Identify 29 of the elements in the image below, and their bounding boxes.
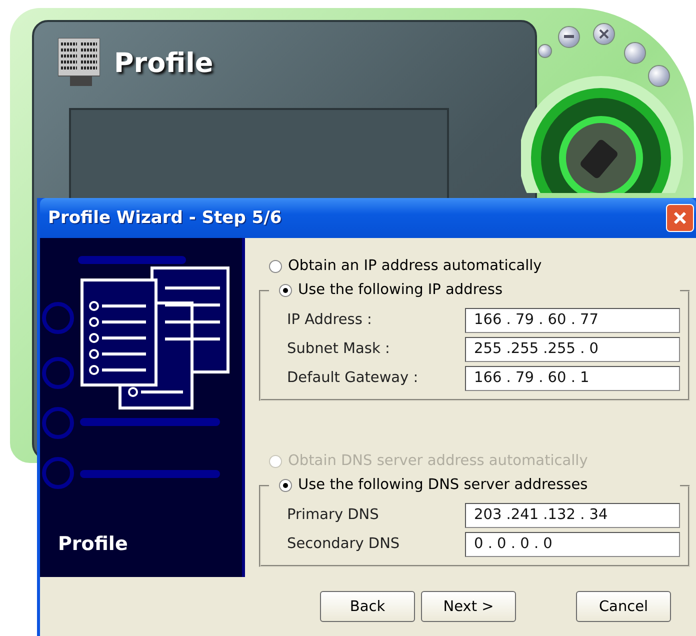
ip-address-field[interactable]: 166 . 79 . 60 . 77 <box>465 308 680 332</box>
minimize-button[interactable] <box>558 26 580 48</box>
radio-icon <box>269 260 282 272</box>
radio-icon <box>279 284 292 296</box>
indicator-light <box>538 44 552 58</box>
radio-icon <box>269 454 282 468</box>
dialog-title: Profile Wizard - Step 5/6 <box>48 208 282 228</box>
wizard-button[interactable]: Next > <box>421 591 516 622</box>
ip-address-field[interactable]: 166 . 79 . 60 . 1 <box>465 366 680 390</box>
round-button[interactable] <box>624 42 646 64</box>
field-label: Secondary DNS <box>287 536 400 552</box>
wizard-button[interactable]: Cancel <box>576 591 671 622</box>
close-icon <box>673 211 687 225</box>
sidebar-title: Profile <box>58 533 129 555</box>
ip-address-field[interactable]: 0 . 0 . 0 . 0 <box>465 532 680 556</box>
close-button[interactable] <box>593 23 615 45</box>
field-label: Primary DNS <box>287 507 379 523</box>
field-label: IP Address : <box>287 312 372 328</box>
close-icon <box>599 29 609 39</box>
round-button[interactable] <box>648 65 670 87</box>
ip-address-field[interactable]: 203 .241 .132 . 34 <box>465 502 680 528</box>
app-logo-icon <box>58 38 100 88</box>
field-label: Default Gateway : <box>287 370 418 386</box>
minimize-icon <box>564 35 574 39</box>
radio-icon <box>279 478 292 492</box>
field-label: Subnet Mask : <box>287 341 390 357</box>
ip-address-field[interactable]: 255 .255 .255 . 0 <box>465 336 680 362</box>
app-title: Profile <box>114 48 214 78</box>
wizard-button[interactable]: Back <box>320 591 415 622</box>
